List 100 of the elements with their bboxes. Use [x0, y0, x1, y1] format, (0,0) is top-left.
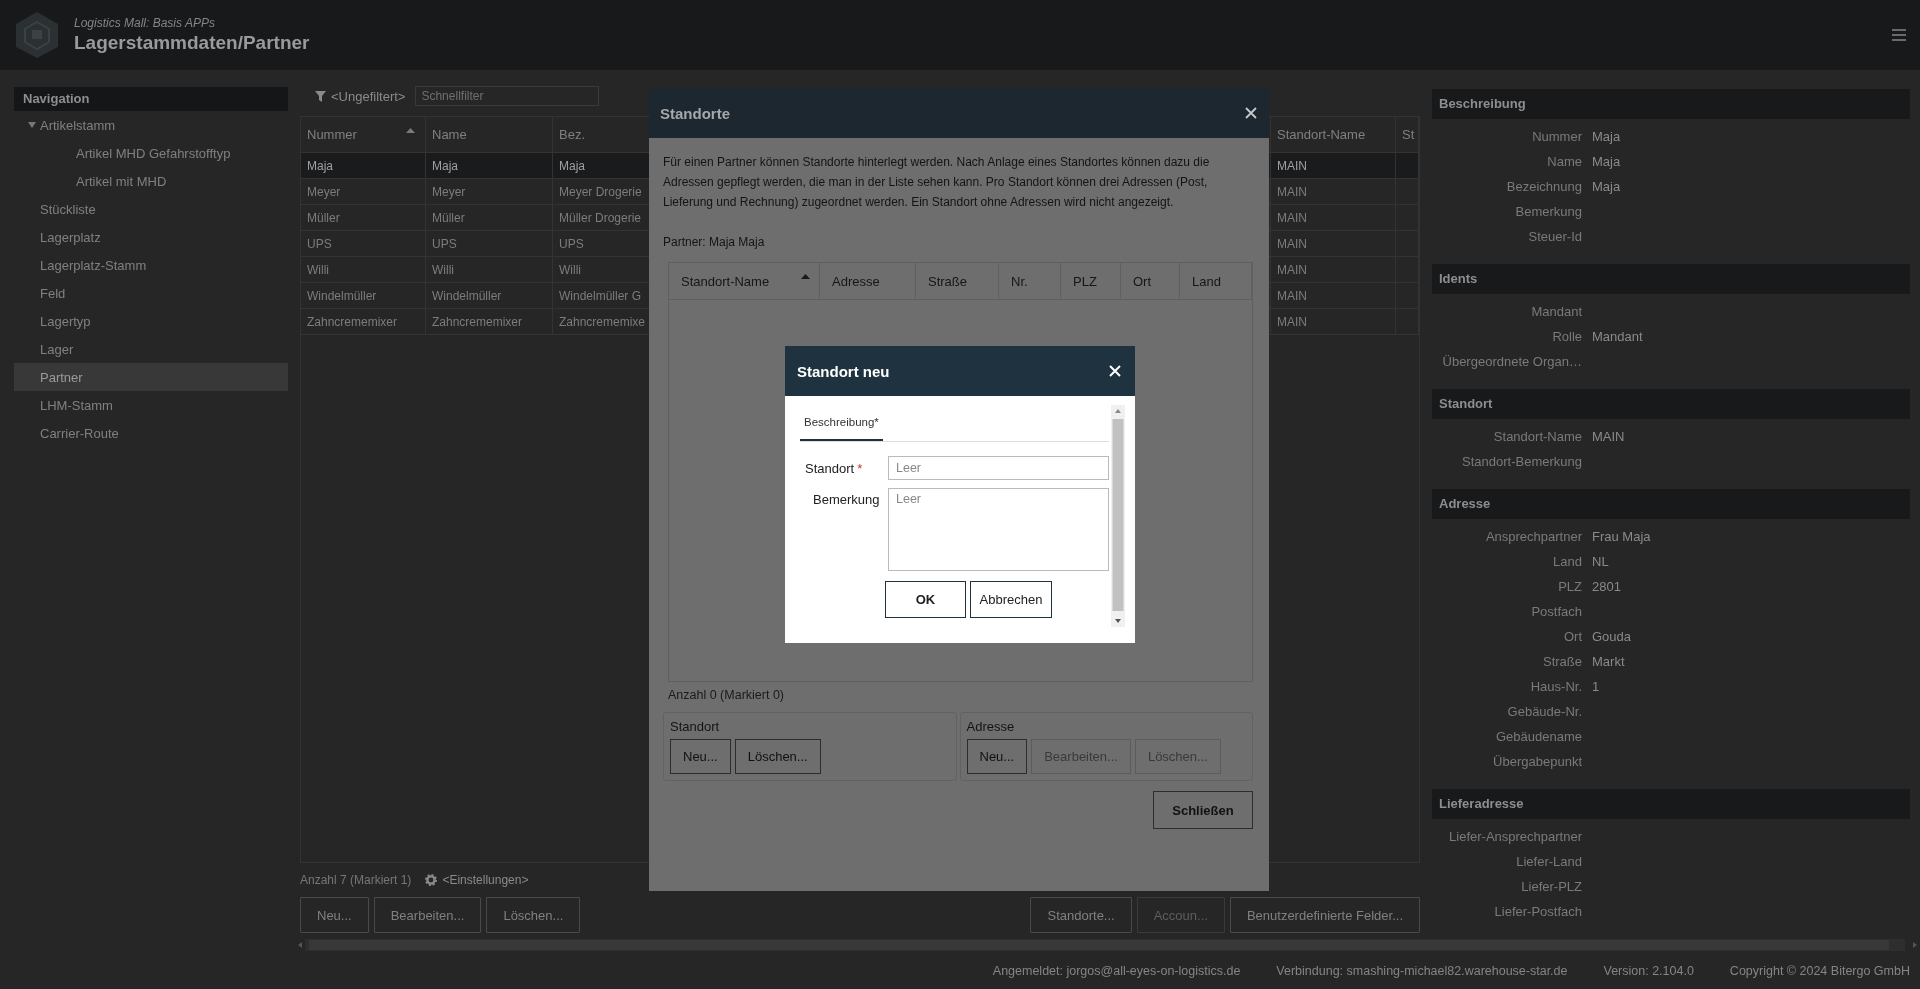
field-label: Liefer-PLZ — [1520, 879, 1582, 894]
action-button[interactable]: Neu... — [300, 897, 369, 933]
nav-item[interactable]: LHM-Stamm — [14, 391, 288, 419]
field-label: Nummer — [1531, 129, 1582, 144]
filter-button[interactable]: <Ungefiltert> — [315, 88, 406, 104]
close-button[interactable]: Schließen — [1153, 791, 1253, 829]
column-header[interactable]: Nr. — [999, 263, 1061, 299]
group-title: Standort — [670, 719, 721, 736]
nav-item[interactable]: Lagertyp — [14, 307, 288, 335]
field-label: Ort — [1562, 629, 1582, 644]
status-text: Version: 2.104.0 — [1603, 964, 1694, 978]
field-label: Bezeichnung — [1505, 179, 1582, 194]
field-value: Mandant — [1592, 329, 1644, 344]
column-header[interactable]: PLZ — [1061, 263, 1121, 299]
field-label: Land — [1552, 554, 1582, 569]
app-subtitle: Logistics Mall: Basis APPs — [74, 16, 216, 30]
section-header: Idents — [1432, 264, 1910, 294]
nav-item[interactable]: Carrier-Route — [14, 419, 288, 447]
field-value: Maja — [1592, 129, 1622, 144]
ok-button[interactable]: OK — [885, 581, 966, 618]
action-button[interactable]: Löschen... — [734, 739, 821, 774]
table-cell: Windelmüller — [301, 283, 426, 309]
field-label: Ansprechpartner — [1484, 529, 1582, 544]
column-header[interactable]: Ort — [1121, 263, 1180, 299]
close-icon[interactable] — [1245, 107, 1257, 119]
table-cell: MAIN — [1271, 231, 1396, 257]
nav-item[interactable]: Lager — [14, 335, 288, 363]
action-button[interactable]: Benutzerdefinierte Felder... — [1229, 897, 1420, 933]
action-button[interactable]: Neu... — [966, 739, 1028, 774]
field-label: Übergeordnete Organ… — [1441, 354, 1582, 369]
field-label: Steuer-Id — [1527, 229, 1582, 244]
gear-icon — [425, 874, 438, 886]
record-count: Anzahl 7 (Markiert 1) — [300, 873, 412, 887]
column-header[interactable]: Land — [1180, 263, 1252, 299]
column-header[interactable]: Standort-Name — [669, 263, 820, 299]
table-cell: Meyer — [426, 179, 553, 205]
section-header: Adresse — [1432, 489, 1910, 519]
nav-item[interactable]: Stückliste — [14, 195, 288, 223]
field-value: 1 — [1592, 679, 1601, 694]
table-cell: Maja — [426, 153, 553, 179]
table-cell: Willi — [426, 257, 553, 283]
field-label: Standort-Bemerkung — [1461, 454, 1582, 469]
field-label: PLZ — [1557, 579, 1582, 594]
table-cell: Müller — [426, 205, 553, 231]
logo-icon — [14, 10, 60, 60]
tab[interactable]: Beschreibung* — [800, 405, 883, 441]
action-button[interactable]: Bearbeiten... — [373, 897, 482, 933]
status-text: Verbindung: smashing-michael82.warehouse-star.de — [1276, 964, 1568, 978]
table-cell: MAIN — [1271, 257, 1396, 283]
nav-item[interactable]: Artikel mit MHD — [14, 167, 288, 195]
table-cell: MAIN — [1271, 153, 1396, 179]
dialog-title: Standort neu — [797, 362, 890, 380]
location-field[interactable]: Leer — [888, 456, 1109, 480]
field-value: Maja — [1592, 179, 1622, 194]
table-cell: UPS — [301, 231, 426, 257]
field-label: Mandant — [1530, 304, 1582, 319]
caret-icon[interactable] — [28, 122, 36, 128]
column-header[interactable]: Straße — [916, 263, 999, 299]
field-label: Bemerkung — [1514, 204, 1582, 219]
page-title: Lagerstammdaten/Partner — [74, 32, 310, 54]
action-button[interactable]: Standorte... — [1030, 897, 1132, 933]
field-label: Übergabepunkt — [1492, 754, 1582, 769]
field-value: Frau Maja — [1592, 529, 1652, 544]
field-label: Gebäude-Nr. — [1506, 704, 1582, 719]
cancel-button[interactable]: Abbrechen — [970, 581, 1052, 618]
field-label: Standort * — [804, 460, 864, 476]
section-header: Standort — [1432, 389, 1910, 419]
field-value: NL — [1592, 554, 1610, 569]
field-label: Rolle — [1551, 329, 1582, 344]
field-value: 2801 — [1592, 579, 1622, 594]
field-value: MAIN — [1592, 429, 1626, 444]
nav-item[interactable]: Lagerplatz-Stamm — [14, 251, 288, 279]
action-button[interactable]: Neu... — [670, 739, 731, 774]
table-cell: Müller — [301, 205, 426, 231]
settings-link[interactable]: <Einstellungen> — [425, 873, 529, 887]
field-label: Name — [1546, 154, 1582, 169]
nav-item[interactable]: Artikelstamm — [14, 111, 288, 139]
record-count: Anzahl 0 (Markiert 0) — [668, 688, 785, 702]
section-header: Lieferadresse — [1432, 789, 1910, 819]
table-cell: UPS — [426, 231, 553, 257]
table-cell: Zahncrememixer — [426, 309, 553, 335]
description-text: Für einen Partner können Standorte hinterlegt werden. Nach Anlage eines Standortes können dazu die Adressen gepflegt werden, die man in der Liste sehen kann. Pro Standort können drei Adressen (Post, Lieferung und Rechnung) zugeordnet werden. Ein Standort ohne Adressen wird nicht angezeigt. — [663, 154, 1211, 211]
field-label: Haus-Nr. — [1529, 679, 1582, 694]
field-label: Standort-Name — [1492, 429, 1582, 444]
quick-filter-field[interactable]: Schnellfilter — [415, 86, 600, 106]
table-cell: Willi — [301, 257, 426, 283]
column-header[interactable]: Adresse — [820, 263, 916, 299]
action-button[interactable]: Löschen... — [486, 897, 581, 933]
nav-item[interactable]: Feld — [14, 279, 288, 307]
comment-field[interactable]: Leer — [888, 488, 1109, 571]
nav-item[interactable]: Lagerplatz — [14, 223, 288, 251]
vertical-scrollbar[interactable] — [1111, 405, 1125, 627]
field-label: Gebäudename — [1495, 729, 1582, 744]
field-label: Bemerkung — [812, 491, 881, 509]
field-label: Straße — [1542, 654, 1582, 669]
nav-item[interactable]: Partner — [14, 363, 288, 391]
nav-item[interactable]: Artikel MHD Gefahrstofftyp — [14, 139, 288, 167]
field-label: Liefer-Ansprechpartner — [1448, 829, 1582, 844]
table-cell: Windelmüller — [426, 283, 553, 309]
menu-icon[interactable] — [1892, 29, 1906, 41]
